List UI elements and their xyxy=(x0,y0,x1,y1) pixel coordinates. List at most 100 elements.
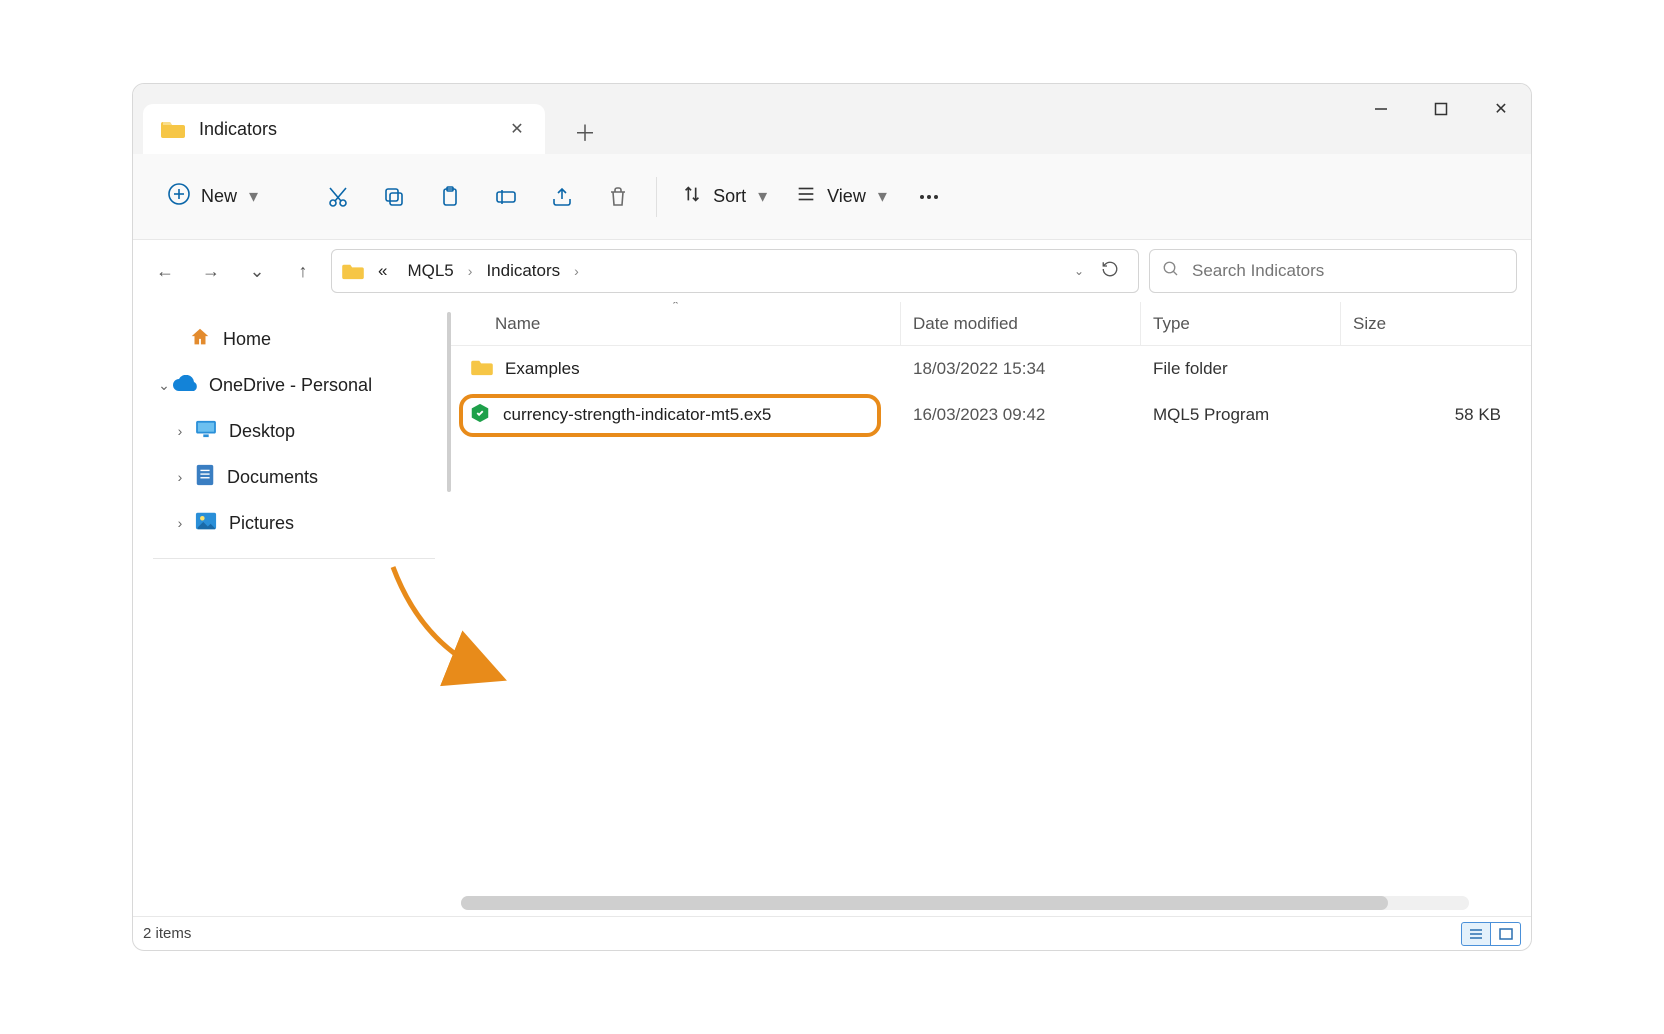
chevron-down-icon[interactable]: ⌄ xyxy=(155,377,173,394)
file-size: 58 KB xyxy=(1341,405,1531,425)
sort-button[interactable]: Sort ▾ xyxy=(671,177,777,216)
sidebar-item-onedrive[interactable]: ⌄ OneDrive - Personal xyxy=(147,362,441,408)
minimize-button[interactable] xyxy=(1351,84,1411,134)
column-label: Date modified xyxy=(913,314,1018,334)
column-label: Size xyxy=(1353,314,1386,334)
new-button-label: New xyxy=(201,186,237,207)
folder-icon xyxy=(471,358,493,381)
search-icon xyxy=(1162,260,1180,282)
explorer-window: Indicators ✕ ＋ ✕ New ▾ xyxy=(132,83,1532,951)
sidebar-item-pictures[interactable]: › Pictures xyxy=(147,500,441,546)
forward-button[interactable]: → xyxy=(193,253,229,289)
title-bar: Indicators ✕ ＋ ✕ xyxy=(133,84,1531,154)
sort-indicator-icon: ⌃ xyxy=(671,302,680,312)
breadcrumb-item[interactable]: Indicators xyxy=(480,257,566,285)
new-button[interactable]: New ▾ xyxy=(153,174,272,219)
annotation-highlight: currency-strength-indicator-mt5.ex5 xyxy=(459,394,881,437)
view-icon xyxy=(795,183,817,210)
breadcrumb-item[interactable]: MQL5 xyxy=(401,257,459,285)
file-type: MQL5 Program xyxy=(1141,405,1341,425)
recent-locations-button[interactable]: ⌄ xyxy=(239,253,275,289)
sidebar-label: Desktop xyxy=(229,421,295,442)
new-tab-button[interactable]: ＋ xyxy=(563,110,607,154)
details-view-button[interactable] xyxy=(1461,922,1491,946)
view-mode-toggle xyxy=(1461,922,1521,946)
sidebar-label: Documents xyxy=(227,467,318,488)
paste-button[interactable] xyxy=(426,173,474,221)
chevron-right-icon: › xyxy=(574,263,579,279)
status-item-count: 2 items xyxy=(143,925,191,942)
column-label: Type xyxy=(1153,314,1190,334)
view-button[interactable]: View ▾ xyxy=(785,177,897,216)
sidebar-separator xyxy=(153,558,435,559)
scrollbar-thumb[interactable] xyxy=(461,896,1388,910)
toolbar-separator xyxy=(656,177,657,217)
close-window-button[interactable]: ✕ xyxy=(1471,84,1531,134)
share-button[interactable] xyxy=(538,173,586,221)
sidebar-item-home[interactable]: Home xyxy=(147,316,441,362)
sort-label: Sort xyxy=(713,186,746,207)
home-icon xyxy=(189,326,211,353)
desktop-icon xyxy=(195,420,217,443)
rename-button[interactable] xyxy=(482,173,530,221)
pictures-icon xyxy=(195,511,217,536)
file-date: 16/03/2023 09:42 xyxy=(901,405,1141,425)
more-button[interactable] xyxy=(905,173,953,221)
folder-icon xyxy=(342,262,364,280)
thumbnails-view-button[interactable] xyxy=(1491,922,1521,946)
navigation-pane: Home ⌄ OneDrive - Personal › Desktop › xyxy=(133,302,451,916)
file-list-pane: ⌃ Name Date modified Type Size Examples … xyxy=(451,302,1531,916)
sort-icon xyxy=(681,183,703,210)
maximize-button[interactable] xyxy=(1411,84,1471,134)
tab-active[interactable]: Indicators ✕ xyxy=(143,104,545,154)
file-row[interactable]: currency-strength-indicator-mt5.ex5 16/0… xyxy=(451,392,1531,438)
sidebar-label: Home xyxy=(223,329,271,350)
chevron-right-icon[interactable]: › xyxy=(171,469,189,485)
sidebar-item-documents[interactable]: › Documents xyxy=(147,454,441,500)
status-bar: 2 items xyxy=(133,916,1531,950)
mql5-program-icon xyxy=(469,402,491,429)
search-input[interactable] xyxy=(1192,261,1504,281)
column-headers: ⌃ Name Date modified Type Size xyxy=(451,302,1531,346)
sidebar-item-desktop[interactable]: › Desktop xyxy=(147,408,441,454)
up-button[interactable]: ↑ xyxy=(285,253,321,289)
file-row[interactable]: Examples 18/03/2022 15:34 File folder xyxy=(451,346,1531,392)
breadcrumb-prefix: « xyxy=(372,257,393,285)
chevron-down-icon: ▾ xyxy=(878,186,887,207)
column-header-date[interactable]: Date modified xyxy=(901,302,1141,345)
address-dropdown-button[interactable]: ⌄ xyxy=(1074,264,1084,278)
chevron-down-icon: ▾ xyxy=(249,186,258,207)
column-header-type[interactable]: Type xyxy=(1141,302,1341,345)
chevron-right-icon: › xyxy=(468,263,473,279)
file-type: File folder xyxy=(1141,359,1341,379)
copy-button[interactable] xyxy=(370,173,418,221)
documents-icon xyxy=(195,464,215,491)
plus-circle-icon xyxy=(167,182,191,211)
file-name: Examples xyxy=(505,359,580,379)
column-header-size[interactable]: Size xyxy=(1341,302,1531,345)
horizontal-scrollbar[interactable] xyxy=(461,896,1469,910)
tab-title: Indicators xyxy=(199,119,503,140)
chevron-right-icon[interactable]: › xyxy=(171,423,189,439)
back-button[interactable]: ← xyxy=(147,253,183,289)
sidebar-label: OneDrive - Personal xyxy=(209,375,372,396)
chevron-down-icon: ▾ xyxy=(758,186,767,207)
file-name: currency-strength-indicator-mt5.ex5 xyxy=(503,405,771,425)
nav-row: ← → ⌄ ↑ « MQL5 › Indicators › ⌄ xyxy=(133,240,1531,302)
toolbar: New ▾ Sort ▾ xyxy=(133,154,1531,240)
onedrive-icon xyxy=(173,375,197,396)
main-area: Home ⌄ OneDrive - Personal › Desktop › xyxy=(133,302,1531,916)
cut-button[interactable] xyxy=(314,173,362,221)
column-header-name[interactable]: ⌃ Name xyxy=(451,302,901,345)
delete-button[interactable] xyxy=(594,173,642,221)
search-box[interactable] xyxy=(1149,249,1517,293)
window-controls: ✕ xyxy=(1351,84,1531,134)
sidebar-label: Pictures xyxy=(229,513,294,534)
tab-close-button[interactable]: ✕ xyxy=(503,119,531,139)
view-label: View xyxy=(827,186,866,207)
column-label: Name xyxy=(495,314,540,334)
refresh-button[interactable] xyxy=(1092,260,1128,282)
folder-icon xyxy=(161,119,199,139)
address-bar[interactable]: « MQL5 › Indicators › ⌄ xyxy=(331,249,1139,293)
chevron-right-icon[interactable]: › xyxy=(171,515,189,531)
